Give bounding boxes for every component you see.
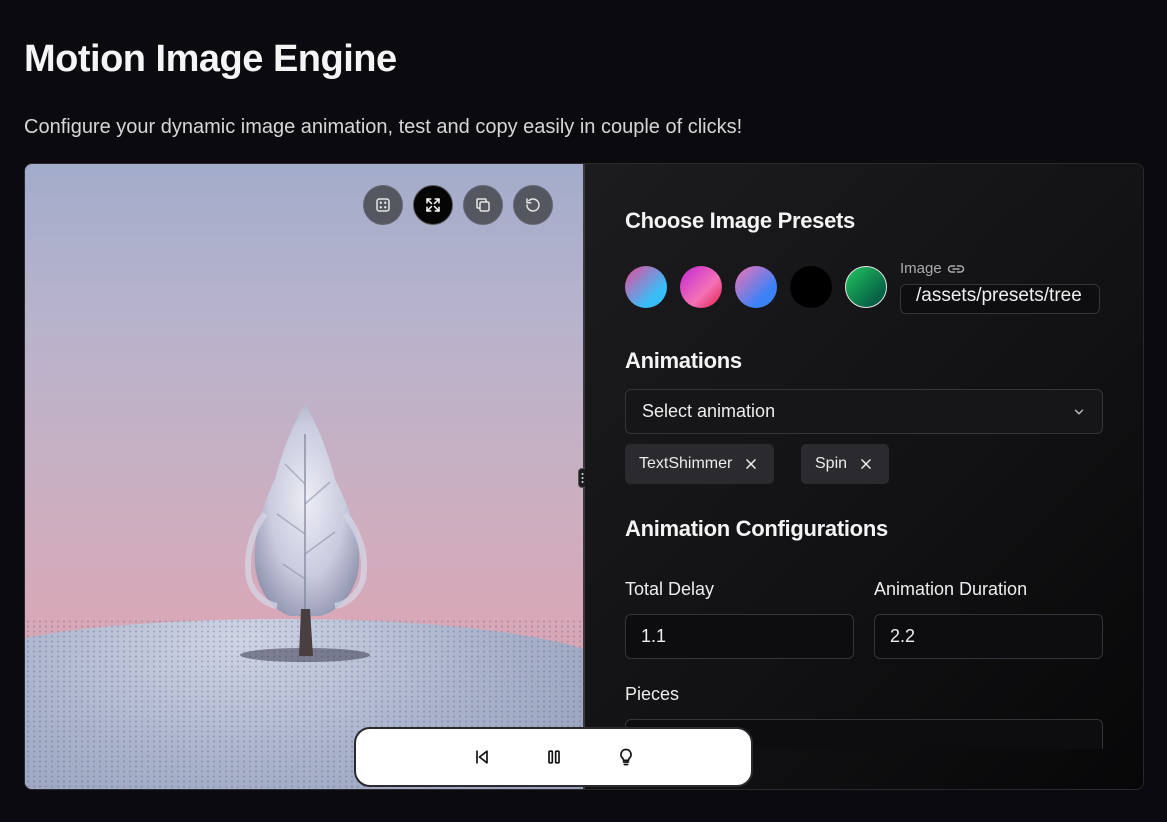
preview-toolbar — [363, 185, 553, 225]
page-subtitle: Configure your dynamic image animation, … — [24, 116, 743, 138]
copy-button[interactable] — [463, 185, 503, 225]
animation-chip-spin: Spin — [801, 444, 890, 484]
preset-swatch-5[interactable] — [845, 266, 887, 308]
image-path-input[interactable]: /assets/presets/tree — [900, 284, 1100, 314]
controls-panel: Choose Image Presets Image /assets/prese… — [585, 164, 1143, 789]
reset-button[interactable] — [513, 185, 553, 225]
total-delay-input[interactable]: 1.1 — [625, 614, 854, 659]
animations-title: Animations — [625, 348, 742, 373]
preset-swatch-4[interactable] — [790, 266, 832, 308]
close-icon[interactable] — [744, 457, 758, 471]
preset-swatch-2[interactable] — [680, 266, 722, 308]
restart-button[interactable] — [471, 746, 493, 768]
lightbulb-icon — [619, 748, 632, 766]
workspace: Choose Image Presets Image /assets/prese… — [24, 163, 1144, 790]
copy-icon — [476, 198, 490, 212]
duration-label: Animation Duration — [874, 579, 1028, 599]
image-label-text: Image — [900, 260, 942, 277]
reset-icon — [526, 198, 540, 212]
playback-bar — [354, 727, 753, 787]
frosted-tree — [245, 404, 367, 656]
pause-icon — [547, 750, 560, 764]
fullscreen-button[interactable] — [413, 185, 453, 225]
preset-swatch-3[interactable] — [735, 266, 777, 308]
animation-chip-textshimmer: TextShimmer — [625, 444, 775, 484]
pieces-label: Pieces — [625, 684, 680, 704]
randomize-button[interactable] — [363, 185, 403, 225]
chip-label: Spin — [815, 455, 848, 472]
hint-button[interactable] — [615, 746, 637, 768]
animation-select-placeholder: Select animation — [642, 401, 776, 421]
fullscreen-icon — [426, 198, 440, 212]
link-icon — [947, 264, 964, 273]
preset-swatch-1[interactable] — [625, 266, 667, 308]
total-delay-label: Total Delay — [625, 579, 715, 599]
image-preview — [25, 164, 584, 789]
duration-input[interactable]: 2.2 — [874, 614, 1103, 659]
page-title: Motion Image Engine — [24, 38, 397, 80]
image-label: Image — [900, 260, 965, 277]
chip-label: TextShimmer — [639, 455, 733, 472]
config-title: Animation Configurations — [625, 516, 888, 541]
skip-back-icon — [475, 750, 488, 764]
close-icon[interactable] — [859, 457, 873, 471]
pause-button[interactable] — [543, 746, 565, 768]
dice-icon — [376, 198, 390, 212]
animation-select[interactable]: Select animation — [625, 389, 1103, 434]
presets-title: Choose Image Presets — [625, 208, 855, 233]
chevron-down-icon — [1074, 409, 1084, 414]
